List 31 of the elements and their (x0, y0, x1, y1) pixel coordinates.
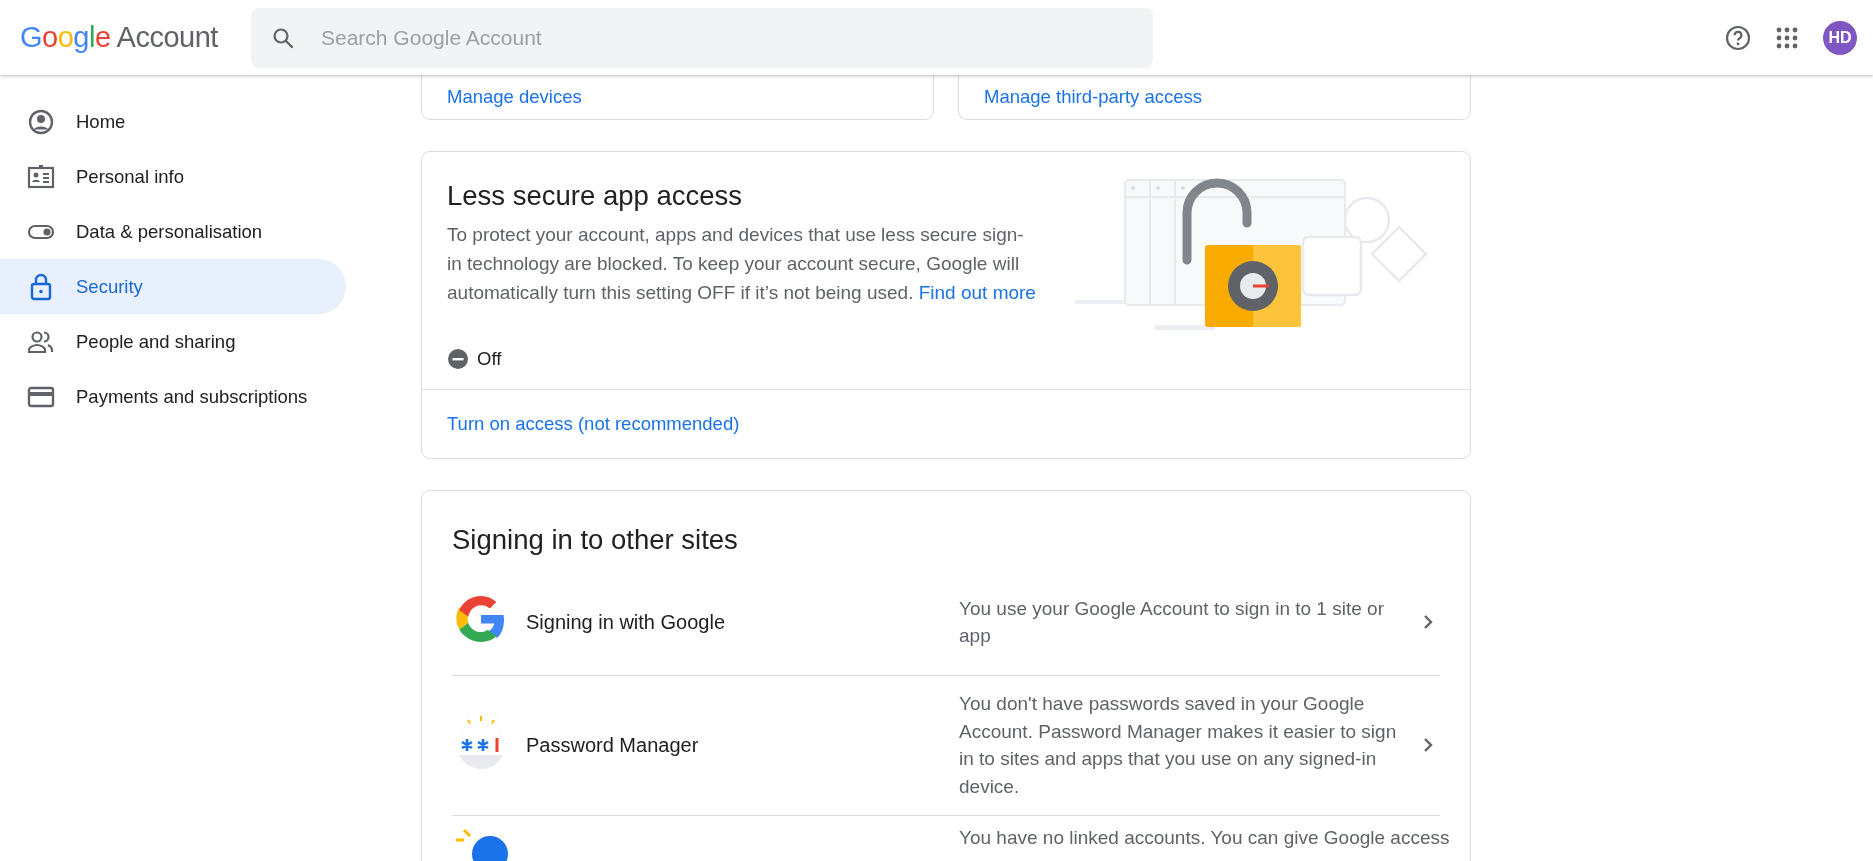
find-out-more-link[interactable]: Find out more (918, 282, 1036, 303)
help-icon[interactable] (1725, 24, 1751, 51)
list-row[interactable]: Signing in with Google You use your Google Account to sign in to 1 site or app (452, 569, 1440, 676)
row-description: You use your Google Account to sign in to 1 site or app (959, 596, 1385, 649)
sidebar-item[interactable]: People and sharing (0, 314, 346, 369)
row-label: Password Manager (526, 733, 700, 759)
row-description: You don't have passwords saved in your Google Account. Password Manager makes it easier to sign in to sites and apps that you use on any signed-in device. (959, 692, 1398, 799)
apps-grid-icon[interactable] (1775, 25, 1799, 50)
card-description: To protect your account, apps and devices that use less secure sign-in technology are blocked. To keep your account secure, Google will automatically turn this setting OFF if it’s not being used. Find out more (447, 223, 1037, 305)
account-circle-icon (27, 107, 55, 136)
card-link[interactable]: Manage devices (447, 83, 582, 111)
card-title: Signing in to other sites (452, 522, 739, 557)
product-name: Account (116, 19, 218, 55)
avatar[interactable]: HD (1823, 20, 1857, 55)
sidebar-item[interactable]: Security (0, 259, 346, 314)
search-input[interactable]: Search Google Account (319, 20, 1133, 55)
sidebar-item[interactable]: Home (0, 94, 346, 149)
google-logo[interactable]: Google (20, 15, 111, 60)
sidebar-item[interactable]: Data & personalisation (0, 204, 346, 259)
card-title: Less secure app access (447, 179, 744, 212)
list-row[interactable]: Password Manager You don't have passwords saved in your Google Account. Password Manager makes it easier to sign in to sites and apps that you use on any signed-in device. (452, 675, 1440, 816)
sidebar-item[interactable]: Personal info (0, 149, 346, 204)
search-icon (271, 25, 295, 50)
turn-on-access-link[interactable]: Turn on access (not recommended) (447, 409, 740, 438)
status-label: Off (477, 347, 502, 371)
row-description: You have no linked accounts. You can give Google access (959, 825, 1450, 850)
sidebar-item[interactable]: Payments and subscriptions (0, 369, 346, 424)
search-field[interactable]: Search Google Account (251, 7, 1153, 68)
row-label: Signing in with Google (526, 610, 726, 636)
card-link[interactable]: Manage third-party access (984, 83, 1202, 111)
id-card-icon (27, 162, 55, 191)
